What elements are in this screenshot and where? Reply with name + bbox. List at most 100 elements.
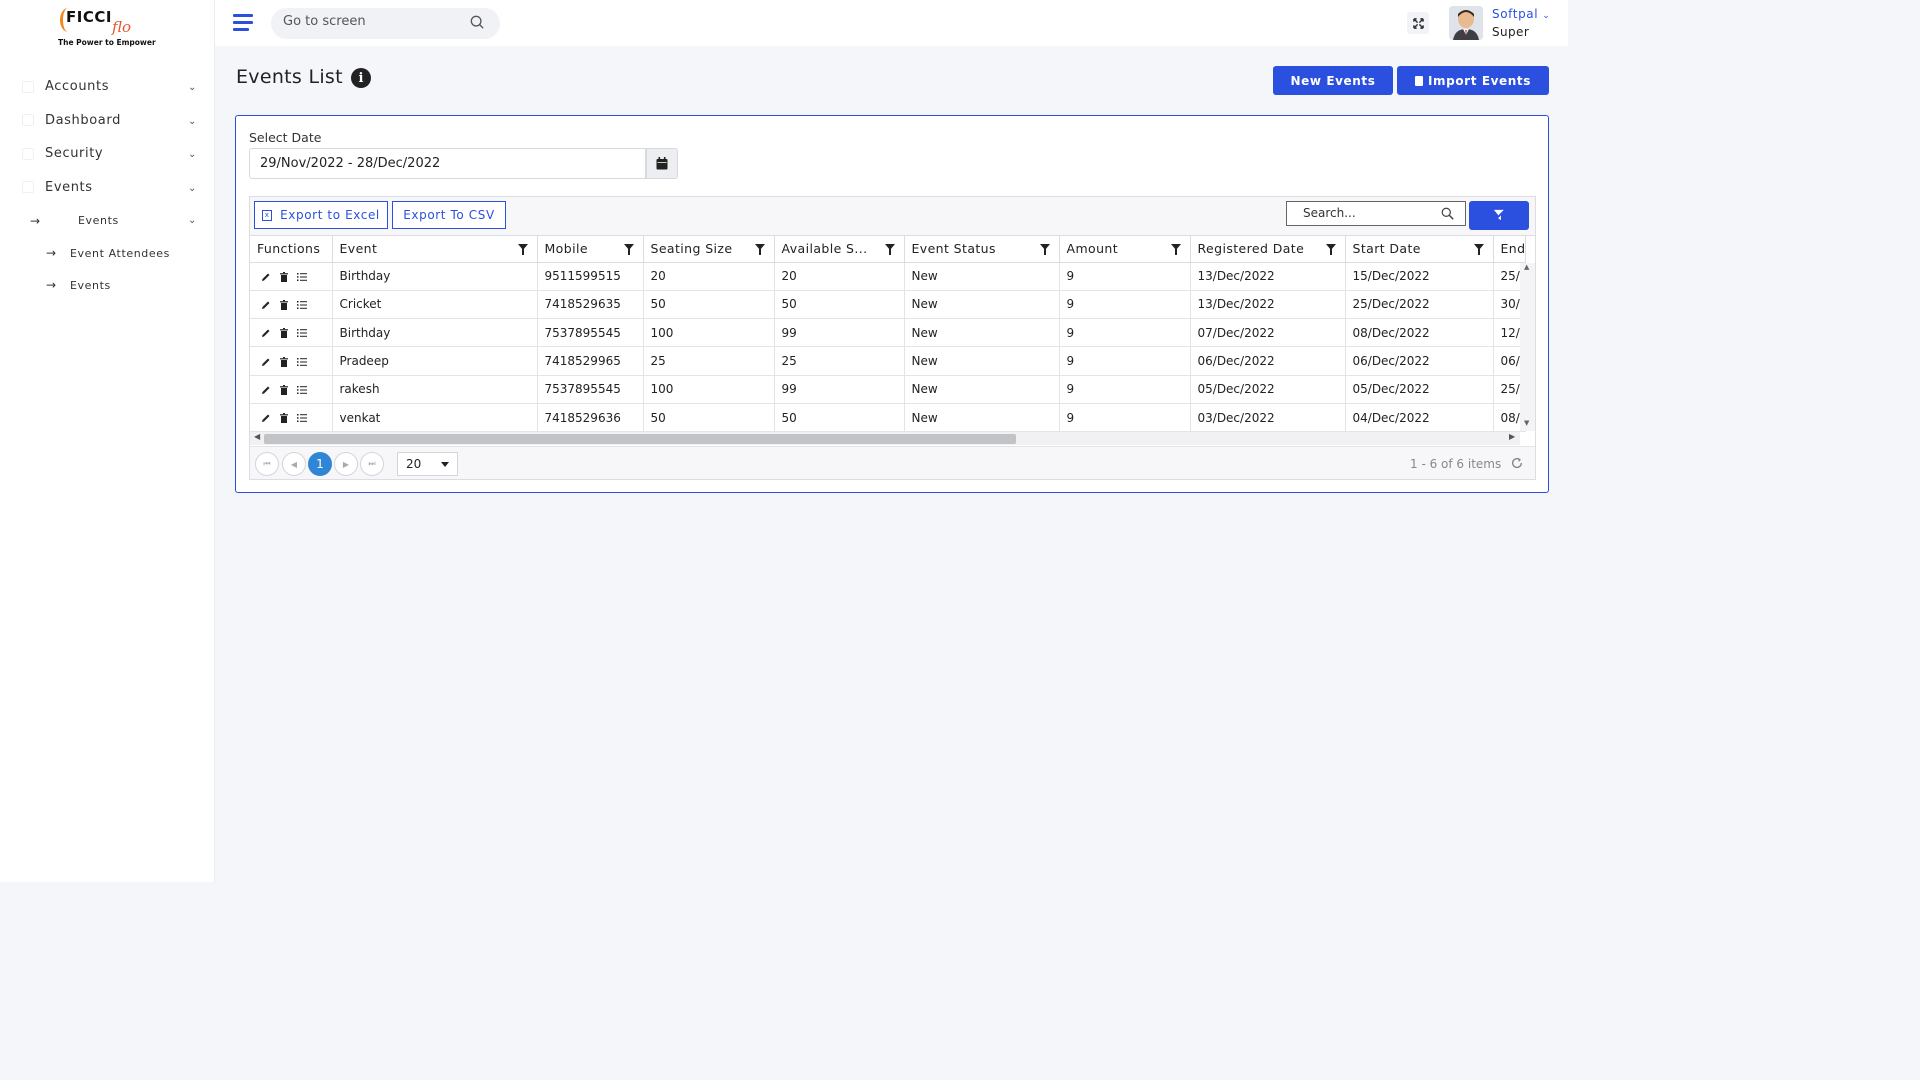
chevron-down-icon: ⌄: [1542, 11, 1551, 21]
table-row[interactable]: Pradeep 7418529965 25 25 New 9 06/Dec/2022 06/D…: [250, 346, 1527, 376]
clear-filter-icon: [1492, 209, 1506, 222]
details-list-icon[interactable]: [297, 385, 307, 395]
delete-trash-icon[interactable]: [279, 413, 289, 424]
page-number-button[interactable]: 1: [308, 452, 332, 476]
security-icon: [22, 147, 34, 160]
delete-trash-icon[interactable]: [279, 384, 289, 395]
filter-icon[interactable]: [623, 244, 634, 255]
ficci-flo-logo[interactable]: FICCI flo The Power to Empower: [56, 6, 160, 50]
fullscreen-icon[interactable]: [1407, 12, 1429, 34]
table-header-row: Functions Event Mobile Seating Size Avai…: [250, 236, 1527, 263]
details-list-icon[interactable]: [297, 272, 307, 282]
info-icon[interactable]: i: [351, 68, 371, 88]
screen-search-input[interactable]: [283, 14, 463, 29]
scroll-down-icon[interactable]: ▼: [1524, 419, 1529, 427]
table-row[interactable]: Birthday 9511599515 20 20 New 9 13/Dec/2022 15/…: [250, 262, 1527, 291]
last-page-icon[interactable]: ⏭: [360, 452, 384, 476]
cell-mobile: 9511599515: [537, 262, 644, 291]
filter-icon[interactable]: [1473, 244, 1484, 255]
column-header-seating-size[interactable]: Seating Size: [643, 236, 775, 263]
cell-start-date: 04/Dec/2022: [1345, 403, 1494, 433]
scrollbar-thumb[interactable]: [264, 434, 1016, 444]
delete-trash-icon[interactable]: [279, 356, 289, 367]
sidebar-item-accounts[interactable]: Accounts ⌄: [0, 70, 215, 104]
cell-available-seats: 50: [774, 290, 905, 320]
column-header-event-status[interactable]: Event Status: [904, 236, 1060, 263]
cell-seating-size: 25: [643, 346, 775, 376]
delete-trash-icon[interactable]: [279, 328, 289, 339]
next-page-icon[interactable]: ▶: [334, 452, 358, 476]
sidebar-item-security[interactable]: Security ⌄: [0, 137, 215, 171]
cell-event-status: New: [904, 375, 1060, 404]
edit-pencil-icon[interactable]: [261, 300, 271, 310]
table-row[interactable]: rakesh 7537895545 100 99 New 9 05/Dec/2022 05/D…: [250, 375, 1527, 404]
export-excel-button[interactable]: x Export to Excel: [254, 201, 388, 229]
clear-filter-button[interactable]: [1469, 201, 1529, 230]
user-menu[interactable]: Softpal ⌄: [1492, 7, 1550, 21]
sidebar-link-events[interactable]: → Events: [0, 269, 215, 301]
details-list-icon[interactable]: [297, 300, 307, 310]
vertical-scrollbar[interactable]: ▲ ▼: [1520, 263, 1535, 431]
filter-icon[interactable]: [1325, 244, 1336, 255]
column-header-start-date[interactable]: Start Date: [1345, 236, 1494, 263]
delete-trash-icon[interactable]: [279, 271, 289, 282]
column-header-registered-date[interactable]: Registered Date: [1190, 236, 1346, 263]
edit-pencil-icon[interactable]: [261, 272, 271, 282]
search-icon[interactable]: [1441, 207, 1454, 220]
import-events-label: Import Events: [1427, 73, 1531, 88]
column-header-mobile[interactable]: Mobile: [537, 236, 644, 263]
search-icon[interactable]: [470, 15, 484, 29]
first-page-icon[interactable]: ⏮: [255, 452, 279, 476]
date-range-input[interactable]: [249, 148, 646, 179]
refresh-icon[interactable]: [1510, 456, 1524, 470]
table-row[interactable]: venkat 7418529636 50 50 New 9 03/Dec/2022 04/De…: [250, 403, 1527, 433]
edit-pencil-icon[interactable]: [261, 413, 271, 423]
sidebar-item-label: Accounts: [45, 79, 110, 95]
new-events-button[interactable]: New Events: [1273, 66, 1393, 95]
filter-icon[interactable]: [517, 244, 528, 255]
cell-mobile: 7537895545: [537, 318, 644, 348]
previous-page-icon[interactable]: ◀: [282, 452, 306, 476]
details-list-icon[interactable]: [297, 357, 307, 367]
details-list-icon[interactable]: [297, 413, 307, 423]
dashboard-icon: [22, 114, 34, 127]
user-avatar[interactable]: [1449, 6, 1483, 40]
column-label: Mobile: [544, 241, 588, 257]
cell-event-status: New: [904, 403, 1060, 433]
column-header-amount[interactable]: Amount: [1059, 236, 1191, 263]
edit-pencil-icon[interactable]: [261, 328, 271, 338]
hamburger-menu-icon[interactable]: [233, 14, 253, 32]
sidebar-link-event-attendees[interactable]: → Event Attendees: [0, 237, 215, 269]
grid-search-input[interactable]: [1303, 206, 1438, 220]
filter-icon[interactable]: [1170, 244, 1181, 255]
scroll-right-icon[interactable]: ▶: [1509, 432, 1515, 441]
sidebar-subitem-events[interactable]: → Events ⌄: [0, 204, 215, 237]
edit-pencil-icon[interactable]: [261, 385, 271, 395]
filter-icon[interactable]: [884, 244, 895, 255]
filter-icon[interactable]: [1039, 244, 1050, 255]
accounts-icon: [22, 80, 34, 93]
table-row[interactable]: Birthday 7537895545 100 99 New 9 07/Dec/2022 08…: [250, 318, 1527, 348]
calendar-button[interactable]: [646, 148, 678, 179]
edit-pencil-icon[interactable]: [261, 357, 271, 367]
scroll-left-icon[interactable]: ◀: [254, 432, 260, 441]
column-header-end-date[interactable]: End: [1493, 236, 1527, 263]
sidebar-item-dashboard[interactable]: Dashboard ⌄: [0, 104, 215, 138]
cell-start-date: 06/Dec/2022: [1345, 346, 1494, 376]
export-csv-button[interactable]: Export To CSV: [392, 201, 506, 229]
chevron-down-icon: ⌄: [188, 149, 197, 160]
horizontal-scrollbar[interactable]: ◀ ▶: [250, 431, 1520, 445]
table-row[interactable]: Cricket 7418529635 50 50 New 9 13/Dec/2022 25/D…: [250, 290, 1527, 320]
sidebar-item-events[interactable]: Events ⌄: [0, 171, 215, 205]
sidebar-item-label: Security: [45, 146, 104, 162]
details-list-icon[interactable]: [297, 328, 307, 338]
column-header-event[interactable]: Event: [332, 236, 538, 263]
scroll-up-icon[interactable]: ▲: [1524, 263, 1529, 271]
filter-icon[interactable]: [754, 244, 765, 255]
column-header-available-seats[interactable]: Available S...: [774, 236, 905, 263]
import-events-button[interactable]: Import Events: [1397, 66, 1549, 95]
logo-brand: FICCI: [66, 8, 112, 26]
page-size-select[interactable]: 20: [397, 452, 458, 476]
cell-amount: 9: [1059, 262, 1191, 291]
delete-trash-icon[interactable]: [279, 299, 289, 310]
